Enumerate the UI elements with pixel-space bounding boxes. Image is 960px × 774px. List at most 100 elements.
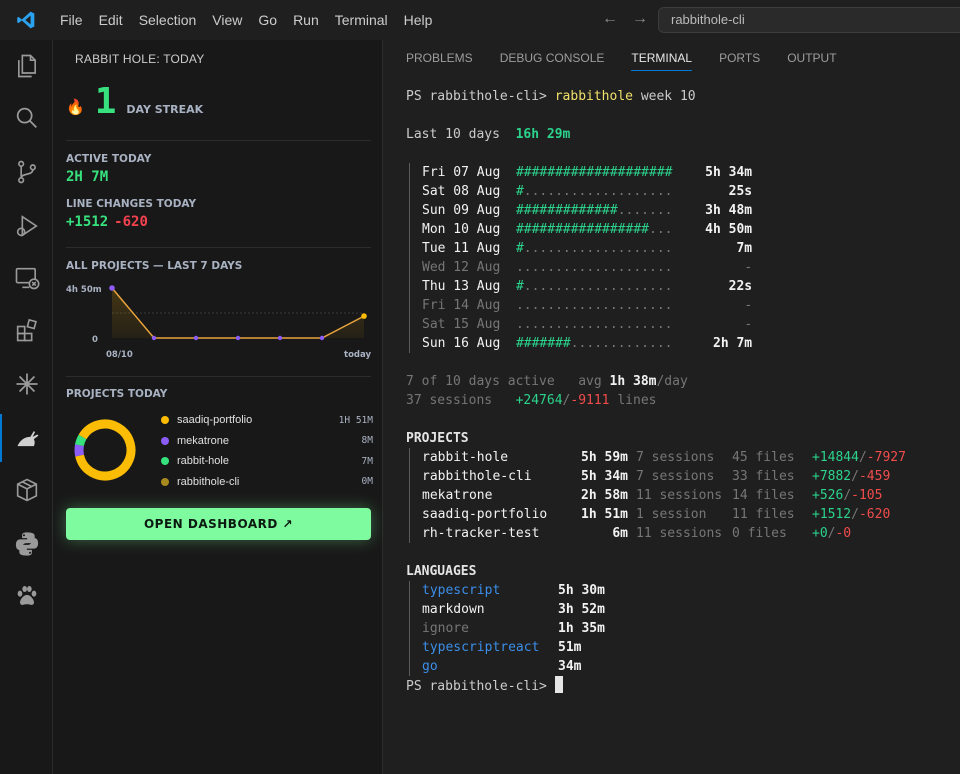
tab-output[interactable]: OUTPUT	[787, 51, 836, 71]
menu-run[interactable]: Run	[285, 0, 327, 40]
active-today-value: 2H 7M	[66, 169, 109, 185]
legend-project-name: rabbit-hole	[177, 455, 229, 468]
day-time: 2h 7m	[713, 336, 753, 351]
day-label: Thu 13 Aug	[422, 279, 501, 294]
day-label: Sat 08 Aug	[422, 184, 501, 199]
terminal[interactable]: PS rabbithole-cli> rabbithole week 10 La…	[406, 87, 956, 695]
stats-sessions: 37 sessions	[406, 393, 493, 408]
back-arrow-icon[interactable]: ←	[602, 10, 618, 28]
day-time: 3h 48m	[705, 203, 753, 218]
chart-point	[151, 335, 157, 341]
menu-terminal[interactable]: Terminal	[327, 0, 396, 40]
chart-point	[109, 285, 115, 291]
tab-debug-console[interactable]: DEBUG CONSOLE	[500, 51, 605, 71]
legend-item: rabbithole-cli 0M	[161, 472, 373, 493]
run-debug-icon[interactable]	[0, 202, 53, 250]
legend-project-time: 8M	[361, 435, 373, 447]
command-args: week 10	[633, 89, 696, 104]
menu-help[interactable]: Help	[396, 0, 441, 40]
day-bar-empty: ....................	[515, 298, 673, 313]
navigation-arrows: ← →	[602, 10, 648, 28]
lines-removed: -620	[114, 214, 148, 230]
day-bar-empty: ...................	[523, 279, 673, 294]
language-name: typescript	[422, 583, 501, 598]
language-time: 1h 35m	[558, 621, 605, 636]
menu-view[interactable]: View	[204, 0, 250, 40]
source-control-icon[interactable]	[0, 148, 53, 196]
project-sessions: 11 sessions	[636, 488, 723, 503]
project-time: 2h 58m	[581, 488, 628, 503]
day-time: -	[744, 317, 753, 332]
project-sessions: 1 session	[636, 507, 707, 522]
python-icon[interactable]	[0, 520, 53, 568]
legend-dot	[161, 416, 169, 425]
panel-tabs: PROBLEMS DEBUG CONSOLE TERMINAL PORTS OUTPUT	[406, 51, 837, 71]
language-row: typescript 5h 30m	[422, 581, 956, 600]
tab-terminal[interactable]: TERMINAL	[631, 51, 693, 71]
language-time: 5h 30m	[558, 583, 605, 598]
day-label: Sun 09 Aug	[422, 203, 501, 218]
project-row: rabbithole-cli 5h 34m 7 sessions 33 files +7…	[422, 467, 956, 486]
project-time: 6m	[612, 526, 628, 541]
menu-file[interactable]: File	[52, 0, 91, 40]
streak-value: 1	[94, 81, 117, 122]
menu-go[interactable]: Go	[250, 0, 285, 40]
prompt: PS rabbithole-cli>	[406, 89, 555, 104]
project-files: 11 files	[732, 507, 795, 522]
project-files: 0 files	[732, 526, 787, 541]
project-name: rh-tracker-test	[422, 526, 540, 541]
project-name: rabbit-hole	[422, 450, 509, 465]
menu-bar: File Edit Selection View Go Run Terminal Help	[52, 0, 440, 40]
spark-icon[interactable]	[0, 360, 53, 408]
menu-edit[interactable]: Edit	[91, 0, 131, 40]
command-center-search[interactable]: rabbithole-cli	[658, 7, 960, 33]
stats-active: 7 of 10 days active	[406, 374, 555, 389]
search-icon[interactable]	[0, 94, 53, 142]
day-bar-empty: .............	[570, 336, 673, 351]
chart-point	[193, 335, 199, 341]
stats-line-1: 7 of 10 days active avg 1h 38m/day	[406, 372, 956, 391]
day-row: Sun 16 Aug #######............. 2h 7m	[422, 334, 956, 353]
language-row: ignore 1h 35m	[422, 619, 956, 638]
remote-explorer-icon[interactable]	[0, 254, 53, 302]
forward-arrow-icon[interactable]: →	[632, 10, 648, 28]
separator: /	[858, 450, 867, 465]
menu-selection[interactable]: Selection	[131, 0, 205, 40]
separator: /	[843, 488, 852, 503]
day-time: 5h 34m	[705, 165, 753, 180]
project-time: 5h 34m	[581, 469, 628, 484]
day-time: -	[744, 260, 753, 275]
language-row: go 34m	[422, 657, 956, 676]
paw-icon[interactable]	[0, 572, 53, 620]
extensions-icon[interactable]	[0, 306, 53, 354]
projects-today-legend: saadiq-portfolio 1H 51M mekatrone 8M rabbit-…	[161, 410, 373, 492]
stats-lines: lines	[617, 393, 657, 408]
terminal-cursor	[554, 676, 563, 693]
command: rabbithole	[554, 89, 633, 104]
legend-dot	[161, 457, 169, 466]
language-name: ignore	[422, 621, 469, 636]
day-row: Sun 09 Aug #############....... 3h 48m	[422, 201, 956, 220]
x-tick-first: 08/10	[106, 350, 133, 360]
vscode-logo-icon	[0, 0, 52, 40]
final-prompt: PS rabbithole-cli>	[406, 679, 555, 694]
day-row: Sat 08 Aug #................... 25s	[422, 182, 956, 201]
explorer-icon[interactable]	[0, 42, 53, 90]
open-dashboard-button[interactable]: OPEN DASHBOARD ↗	[66, 508, 371, 540]
container-icon[interactable]	[0, 466, 53, 514]
tab-ports[interactable]: PORTS	[719, 51, 760, 71]
project-files: 14 files	[732, 488, 795, 503]
language-name: markdown	[422, 602, 485, 617]
daily-breakdown: Fri 07 Aug #################### 5h 34m Sa…	[409, 163, 956, 353]
tab-problems[interactable]: PROBLEMS	[406, 51, 473, 71]
day-bar-empty: ...................	[523, 184, 673, 199]
line-changes-value: +1512 -620	[66, 214, 148, 230]
project-removed: -459	[858, 469, 891, 484]
final-prompt-line: PS rabbithole-cli>	[406, 676, 956, 695]
projects-today-label: PROJECTS TODAY	[66, 388, 168, 400]
project-files: 45 files	[732, 450, 795, 465]
y-tick-top: 4h 50m	[66, 285, 102, 295]
day-bar-filled: #	[515, 241, 524, 256]
rabbit-hole-icon[interactable]	[0, 414, 53, 462]
project-added: +14844	[812, 450, 859, 465]
